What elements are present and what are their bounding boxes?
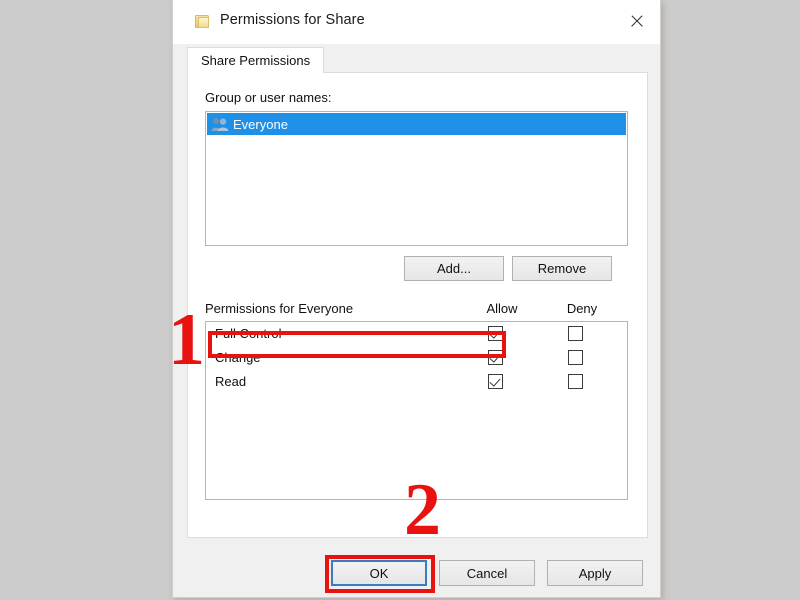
title-bar: Permissions for Share [173,0,660,44]
deny-checkbox[interactable] [568,374,583,389]
group-or-user-names-list[interactable]: Everyone [205,111,628,246]
window-title: Permissions for Share [220,12,365,28]
allow-checkbox[interactable] [488,374,503,389]
deny-checkbox[interactable] [568,350,583,365]
deny-column-header: Deny [566,301,598,316]
tab-share-permissions[interactable]: Share Permissions [187,47,325,73]
group-names-label: Group or user names: [205,90,332,105]
permissions-for-everyone-label: Permissions for Everyone [205,301,354,316]
apply-button[interactable]: Apply [547,560,643,586]
tab-label: Share Permissions [201,53,311,68]
list-item[interactable]: Everyone [207,113,626,135]
annotation-step-1: 1 [168,299,205,381]
add-button[interactable]: Add... [404,256,504,281]
folder-icon [195,14,210,29]
permission-name: Read [215,374,247,389]
users-icon [211,117,229,132]
annotation-highlight-full-control [208,331,506,358]
permission-row[interactable]: Read [206,370,627,394]
close-button[interactable] [614,0,660,42]
remove-button[interactable]: Remove [512,256,612,281]
tab-strip: Share Permissions [187,47,648,73]
allow-column-header: Allow [486,301,518,316]
annotation-step-2: 2 [404,469,441,551]
close-icon [630,14,645,29]
cancel-button[interactable]: Cancel [439,560,535,586]
deny-checkbox[interactable] [568,326,583,341]
list-item-label: Everyone [233,116,288,132]
annotation-highlight-ok-button [325,555,435,593]
